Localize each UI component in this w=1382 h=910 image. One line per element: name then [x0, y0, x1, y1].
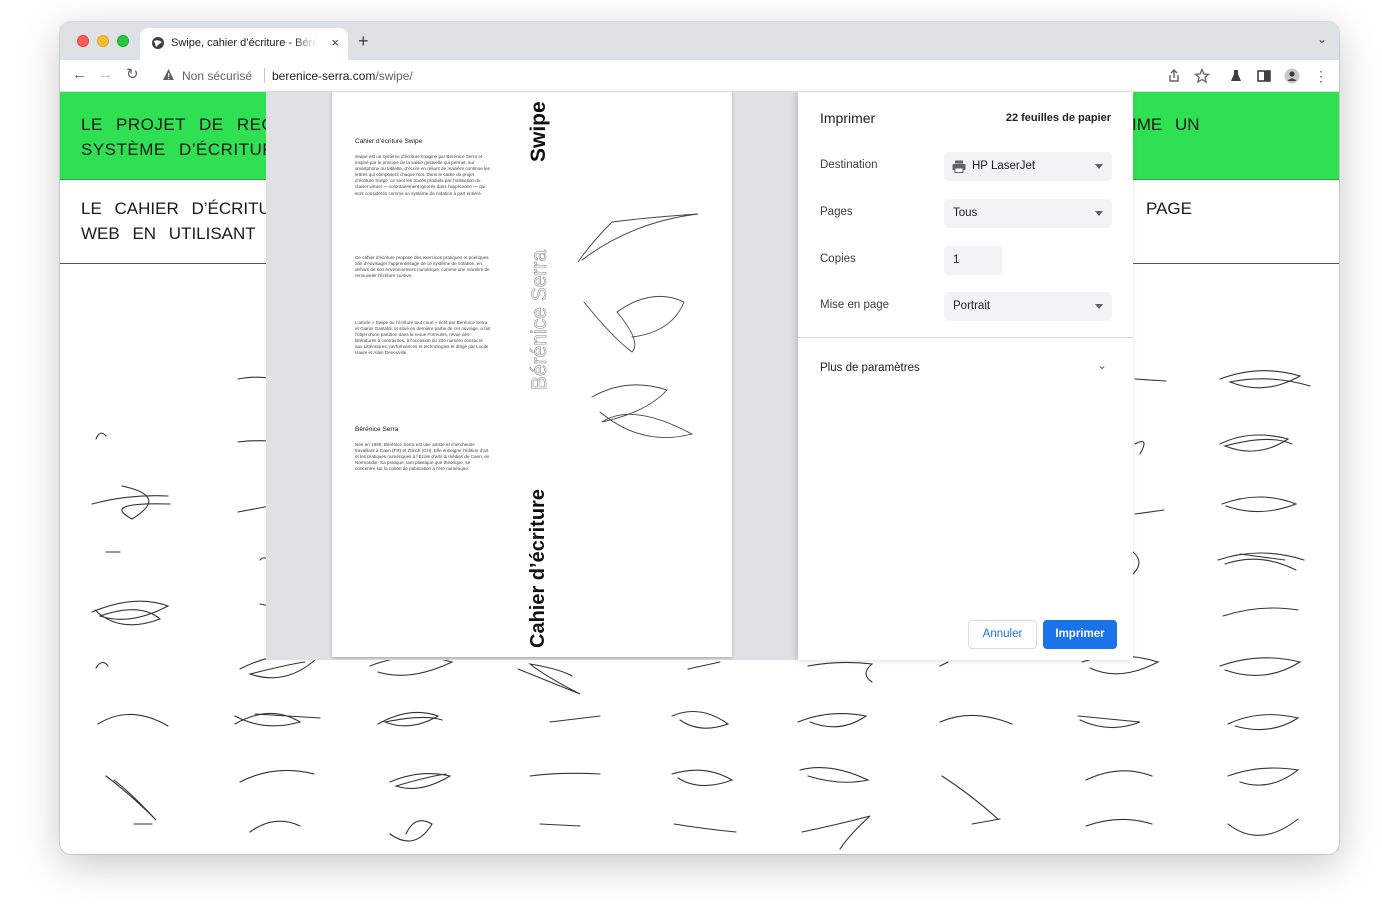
print-button[interactable]: Imprimer: [1043, 620, 1117, 649]
printer-icon: [952, 160, 966, 173]
warning-icon: [163, 69, 174, 80]
side-panel-icon[interactable]: [1256, 68, 1272, 84]
copies-input[interactable]: 1: [944, 246, 1002, 275]
preview-vertical-title: Swipe: [527, 101, 550, 162]
hero-line-1: LE PROJET DE RECH: [81, 115, 288, 134]
cancel-button[interactable]: Annuler: [968, 620, 1037, 649]
intro-line-2: WEB EN UTILISANT: [81, 224, 256, 243]
back-arrow-icon[interactable]: ←: [72, 65, 87, 85]
reload-icon[interactable]: ↻: [126, 65, 139, 85]
bookmark-star-icon[interactable]: [1194, 68, 1210, 84]
preview-paragraph: Swipe est un système d’écriture imaginé …: [355, 154, 490, 196]
forward-arrow-icon[interactable]: →: [98, 65, 113, 85]
intro-text: LE CAHIER D’ÉCRITUF WEB EN UTILISANT: [81, 196, 281, 246]
hero-text-right: IME UN: [1132, 115, 1200, 134]
hero-line-2: SYSTÈME D’ÉCRITURE: [81, 140, 287, 159]
address-bar[interactable]: Non sécurisé berenice-serra.com/swipe/: [148, 63, 1158, 89]
share-icon[interactable]: [1166, 68, 1182, 84]
globe-icon: [152, 37, 164, 49]
omnibox-divider: [264, 68, 265, 83]
preview-heading-1: Cahier d’écriture Swipe: [355, 138, 423, 145]
dropdown-caret-icon: [1095, 164, 1103, 169]
new-tab-button[interactable]: +: [358, 31, 369, 51]
chevron-down-icon[interactable]: ⌄: [1097, 358, 1107, 372]
destination-select[interactable]: HP LaserJet: [944, 152, 1112, 181]
preview-paragraph: Ce cahier d’écriture propose des exercic…: [355, 255, 490, 279]
url-domain: berenice-serra.com: [272, 69, 376, 83]
tab-search-chevron-icon[interactable]: ⌄: [1317, 32, 1327, 46]
profile-avatar-icon[interactable]: [1284, 68, 1300, 84]
preview-page: Cahier d’écriture Swipe Swipe est un sys…: [332, 92, 732, 657]
print-preview-area: Cahier d’écriture Swipe Swipe est un sys…: [266, 92, 798, 660]
preview-paragraph: L’article « Swipe ou l’écriture tout cou…: [355, 320, 491, 356]
close-tab-icon[interactable]: ×: [331, 35, 339, 51]
browser-window: Swipe, cahier d’écriture - Bérénice Serr…: [60, 22, 1339, 854]
browser-toolbar: ← → ↻ Non sécurisé berenice-serra.com/sw…: [60, 60, 1339, 92]
tab-title: Swipe, cahier d’écriture - Bérénice Serr…: [171, 37, 317, 49]
web-page: LE PROJET DE RECH SYSTÈME D’ÉCRITURE IME…: [60, 92, 1339, 854]
intro-text-right: PAGE: [1146, 199, 1192, 218]
preview-heading-2: Bérénice Serra: [355, 426, 399, 433]
destination-value: HP LaserJet: [972, 160, 1036, 172]
pages-select[interactable]: Tous: [944, 199, 1112, 228]
layout-label: Mise en page: [820, 299, 890, 311]
destination-label: Destination: [820, 159, 878, 171]
sheet-count: 22 feuilles de papier: [1005, 112, 1111, 124]
url-path: /swipe/: [375, 69, 413, 83]
dialog-divider: [798, 337, 1133, 338]
labs-flask-icon[interactable]: [1228, 68, 1244, 84]
security-status: Non sécurisé: [182, 69, 253, 83]
layout-value: Portrait: [953, 300, 991, 312]
preview-vertical-subtitle: Cahier d’écriture: [527, 489, 549, 648]
copies-value: 1: [953, 254, 960, 266]
dialog-title: Imprimer: [820, 110, 876, 126]
preview-paragraph: Née en 1990, Bérénice Serra est une arti…: [355, 442, 490, 472]
tab-strip: Swipe, cahier d’écriture - Bérénice Serr…: [60, 22, 1339, 60]
dropdown-caret-icon: [1095, 211, 1103, 216]
pages-label: Pages: [820, 206, 853, 218]
minimize-window-button[interactable]: [97, 35, 109, 47]
more-settings-toggle[interactable]: Plus de paramètres: [820, 362, 920, 374]
copies-label: Copies: [820, 253, 856, 265]
pages-value: Tous: [953, 207, 978, 219]
zoom-window-button[interactable]: [117, 35, 129, 47]
intro-line-1: LE CAHIER D’ÉCRITUF: [81, 199, 282, 218]
dropdown-caret-icon: [1095, 304, 1103, 309]
kebab-menu-icon[interactable]: ⋮: [1314, 66, 1328, 86]
layout-select[interactable]: Portrait: [944, 292, 1112, 321]
preview-vertical-author: Bérénice Serra: [528, 249, 552, 391]
print-dialog: Imprimer 22 feuilles de papier Destinati…: [798, 92, 1133, 660]
url-text: berenice-serra.com/swipe/: [272, 69, 413, 83]
preview-scribbles: [577, 213, 699, 438]
close-window-button[interactable]: [77, 35, 89, 47]
active-tab[interactable]: Swipe, cahier d’écriture - Bérénice Serr…: [140, 28, 348, 60]
hero-text: LE PROJET DE RECH SYSTÈME D’ÉCRITURE: [81, 112, 287, 162]
